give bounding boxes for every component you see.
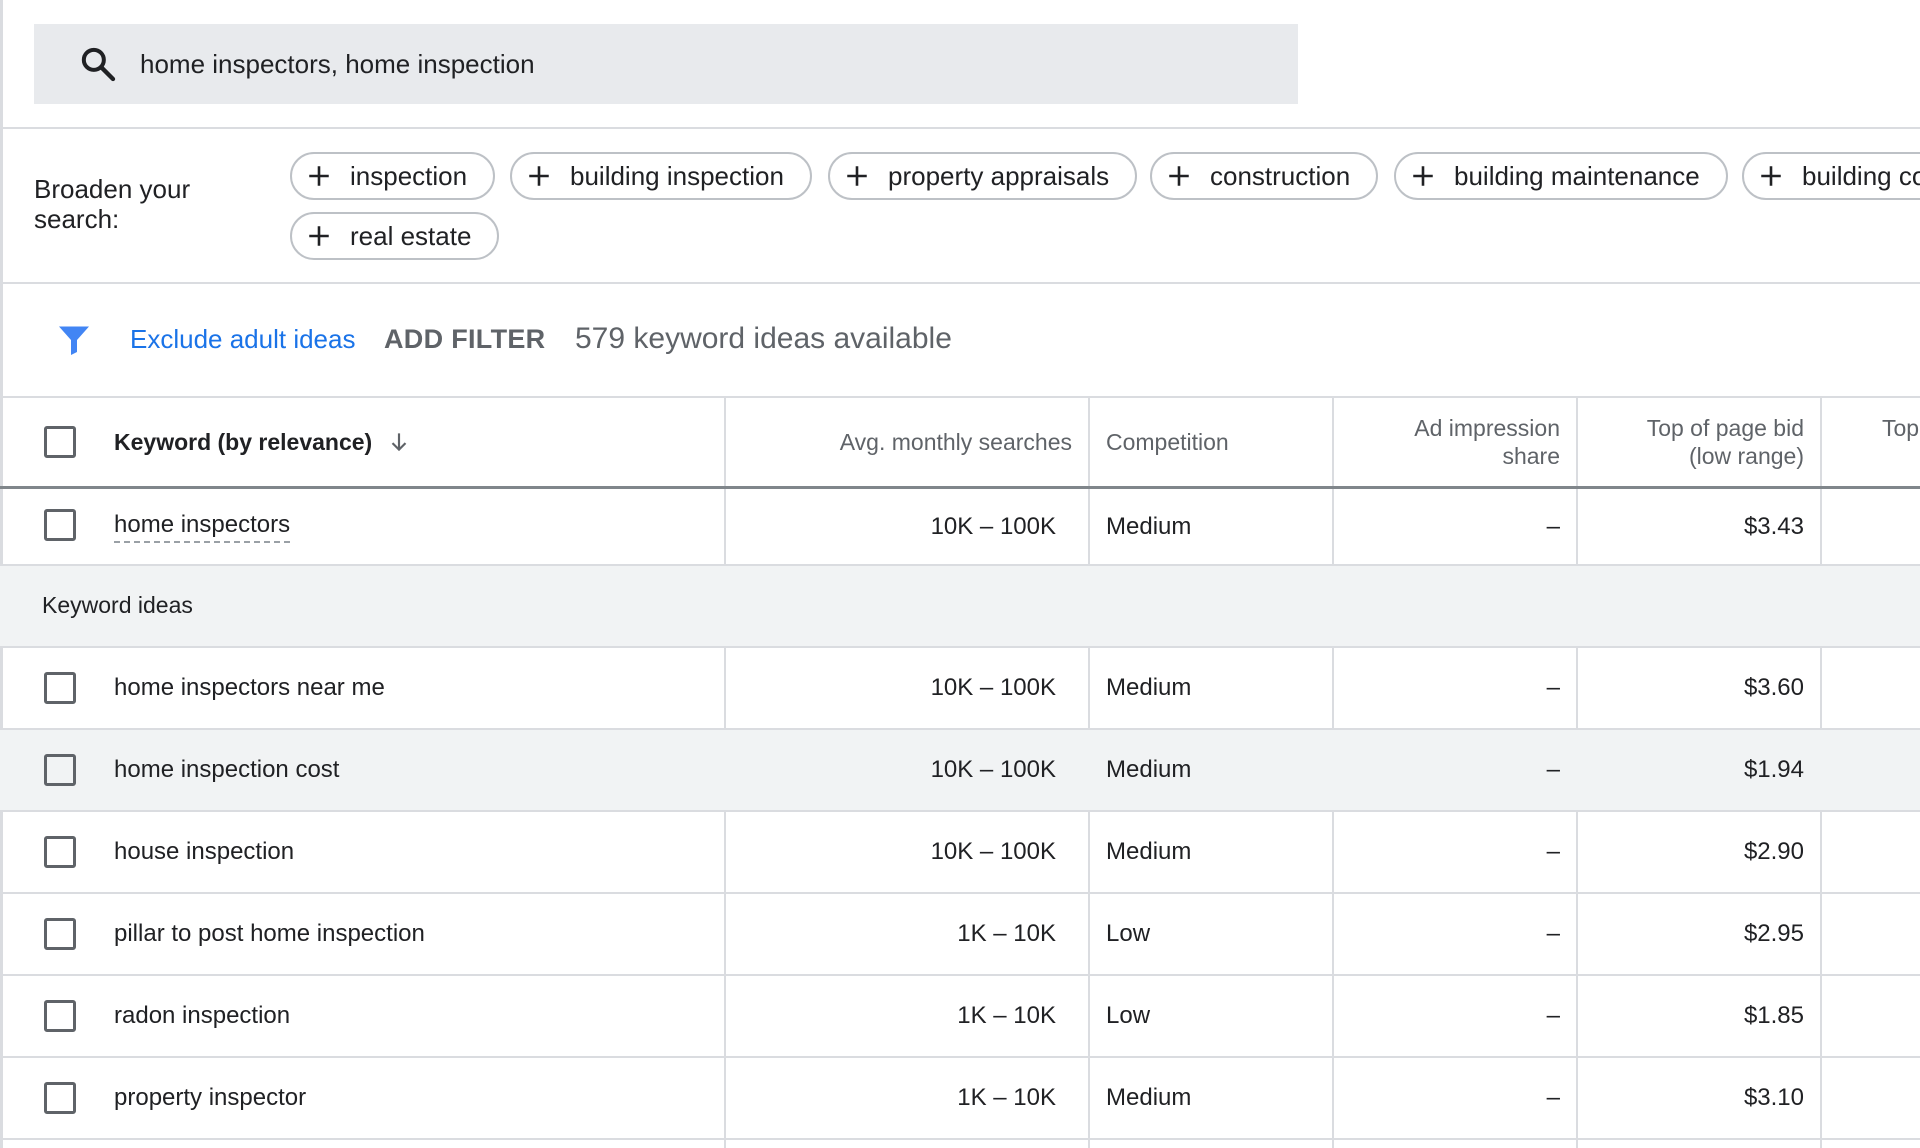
bid-low-cell: $1.94 — [1743, 756, 1804, 783]
keyword-cell: property inspector — [114, 1084, 307, 1111]
bid-low-cell: $3.10 — [1743, 1084, 1804, 1111]
divider — [0, 127, 1920, 129]
chip-label: building maintenance — [1454, 160, 1700, 191]
impression-share-cell: – — [1546, 674, 1560, 701]
searches-cell: 1K – 10K — [957, 920, 1056, 947]
row-checkbox[interactable] — [44, 918, 76, 950]
competition-column-header[interactable]: Competition — [1106, 428, 1229, 456]
bid-low-cell: $1.85 — [1743, 1002, 1804, 1029]
keyword-cell: home inspectors — [114, 489, 291, 564]
keyword-planner-view: home inspectors, home inspection Broaden… — [0, 0, 1920, 1148]
competition-cell: Medium — [1106, 756, 1192, 783]
chip-inspection[interactable]: inspection — [290, 152, 496, 200]
chip-building-inspection[interactable]: building inspection — [510, 152, 812, 200]
searches-cell: 10K – 100K — [930, 512, 1056, 540]
chip-label: construction — [1210, 160, 1351, 191]
arrow-down-icon — [391, 433, 407, 452]
row-checkbox[interactable] — [44, 1082, 76, 1114]
chip-label: property appraisals — [888, 160, 1110, 191]
add-filter-button[interactable]: ADD FILTER — [384, 324, 545, 355]
keyword-cell: radon inspection — [114, 1002, 291, 1029]
chip-label: building inspection — [570, 160, 784, 191]
keyword-text[interactable]: home inspectors — [114, 511, 291, 543]
chip-label: building co — [1802, 160, 1920, 191]
table-row[interactable]: home inspection cost 10K – 100K Medium –… — [0, 730, 1920, 812]
chip-label: inspection — [350, 160, 468, 191]
table-row[interactable]: pillar to post home inspection 1K – 10K … — [0, 894, 1920, 976]
row-checkbox[interactable] — [44, 836, 76, 868]
searches-cell: 1K – 10K — [957, 1084, 1056, 1111]
search-icon — [81, 47, 116, 82]
impression-share-cell: – — [1546, 512, 1560, 540]
competition-cell: Medium — [1106, 838, 1192, 865]
impression-share-cell: – — [1546, 756, 1560, 783]
competition-cell: Medium — [1106, 1084, 1192, 1111]
bid-low-cell: $3.43 — [1743, 512, 1804, 540]
plus-icon — [306, 163, 332, 189]
searches-column-header[interactable]: Avg. monthly searches — [726, 428, 1072, 456]
competition-cell: Low — [1106, 1002, 1151, 1029]
keyword-ideas-section: Keyword ideas — [0, 566, 1920, 648]
search-query[interactable]: home inspectors, home inspection — [140, 49, 535, 80]
bid-low-cell: $2.90 — [1743, 838, 1804, 865]
search-bar[interactable]: home inspectors, home inspection — [34, 24, 1298, 104]
row-checkbox[interactable] — [44, 509, 76, 541]
header-line: Ad impression — [1414, 415, 1560, 441]
impression-share-cell: – — [1546, 838, 1560, 865]
chip-label: real estate — [350, 220, 472, 251]
header-line: Top of page bid — [1646, 415, 1804, 441]
plus-icon — [1410, 163, 1436, 189]
impression-share-column-header[interactable]: Ad impression share — [1334, 414, 1560, 470]
chip-building-maintenance[interactable]: building maintenance — [1394, 152, 1728, 200]
bid-low-cell: $3.60 — [1743, 674, 1804, 701]
keyword-cell: home inspection cost — [114, 756, 340, 783]
broaden-label: Broaden your search: — [34, 174, 191, 234]
chip-property-appraisals[interactable]: property appraisals — [828, 152, 1138, 200]
keyword-cell: home inspectors near me — [114, 674, 385, 701]
table-row[interactable]: house inspection 10K – 100K Medium – $2.… — [0, 812, 1920, 894]
chip-construction[interactable]: construction — [1150, 152, 1379, 200]
ideas-count: 579 keyword ideas available — [575, 322, 952, 355]
table-row[interactable]: home inspectors near me 10K – 100K Mediu… — [0, 648, 1920, 730]
header-line: share — [1502, 443, 1560, 469]
bid-high-column-header[interactable]: Top — [1882, 414, 1919, 442]
plus-icon — [844, 163, 870, 189]
keyword-cell: house inspection — [114, 838, 295, 865]
searches-cell: 1K – 10K — [957, 1002, 1056, 1029]
table-row[interactable]: home inspectors 10K – 100K Medium – $3.4… — [0, 489, 1920, 566]
plus-icon — [526, 163, 552, 189]
row-checkbox[interactable] — [44, 1000, 76, 1032]
table-header: Keyword (by relevance) Avg. monthly sear… — [0, 398, 1920, 486]
row-checkbox[interactable] — [44, 672, 76, 704]
table-row[interactable]: property inspector 1K – 10K Medium – $3.… — [0, 1058, 1920, 1140]
chip-real-estate[interactable]: real estate — [290, 212, 500, 260]
exclude-adult-ideas-link[interactable]: Exclude adult ideas — [130, 324, 355, 355]
divider — [0, 282, 1920, 284]
chip-building-co[interactable]: building co — [1742, 152, 1920, 200]
plus-icon — [306, 223, 332, 249]
bid-low-column-header[interactable]: Top of page bid (low range) — [1578, 414, 1804, 470]
competition-cell: Medium — [1106, 512, 1192, 540]
impression-share-cell: – — [1546, 920, 1560, 947]
bid-low-cell: $2.95 — [1743, 920, 1804, 947]
competition-cell: Low — [1106, 920, 1151, 947]
impression-share-cell: – — [1546, 1084, 1560, 1111]
searches-cell: 10K – 100K — [930, 838, 1056, 865]
header-line: (low range) — [1688, 443, 1804, 469]
keyword-cell: pillar to post home inspection — [114, 920, 425, 947]
table-row[interactable]: radon inspection 1K – 10K Low – $1.85 — [0, 976, 1920, 1058]
row-checkbox[interactable] — [44, 754, 76, 786]
filter-icon[interactable] — [56, 322, 92, 358]
keyword-column-header[interactable]: Keyword (by relevance) — [114, 428, 412, 456]
plus-icon — [1166, 163, 1192, 189]
searches-cell: 10K – 100K — [930, 674, 1056, 701]
plus-icon — [1758, 163, 1784, 189]
searches-cell: 10K – 100K — [930, 756, 1056, 783]
select-all-checkbox[interactable] — [44, 426, 76, 458]
section-label: Keyword ideas — [42, 592, 193, 618]
keyword-header-label: Keyword (by relevance) — [114, 429, 373, 455]
impression-share-cell: – — [1546, 1002, 1560, 1029]
competition-cell: Medium — [1106, 674, 1192, 701]
